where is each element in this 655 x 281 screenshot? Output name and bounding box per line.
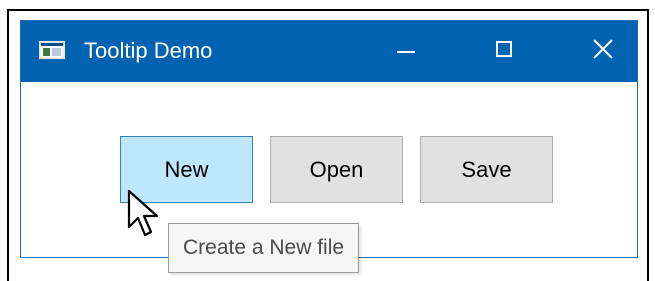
- close-button[interactable]: [572, 21, 632, 82]
- frame-border-left: [7, 9, 9, 281]
- tooltip: Create a New file: [168, 223, 360, 273]
- app-window-icon: [39, 41, 65, 59]
- maximize-button[interactable]: [475, 21, 535, 82]
- arrow-cursor-icon: [127, 189, 159, 237]
- minimize-button[interactable]: [376, 21, 436, 82]
- window-title: Tooltip Demo: [84, 38, 213, 63]
- frame-border-top: [7, 9, 649, 11]
- frame-border-right: [647, 9, 649, 281]
- maximize-icon: [496, 41, 512, 57]
- close-icon: [593, 39, 613, 59]
- save-button[interactable]: Save: [420, 136, 553, 203]
- screenshot-stage: Tooltip Demo New Open Save Create a New …: [0, 0, 655, 281]
- tooltip-text: Create a New file: [183, 236, 345, 259]
- open-button[interactable]: Open: [270, 136, 403, 203]
- minimize-icon: [397, 51, 415, 53]
- title-bar[interactable]: Tooltip Demo: [21, 21, 637, 82]
